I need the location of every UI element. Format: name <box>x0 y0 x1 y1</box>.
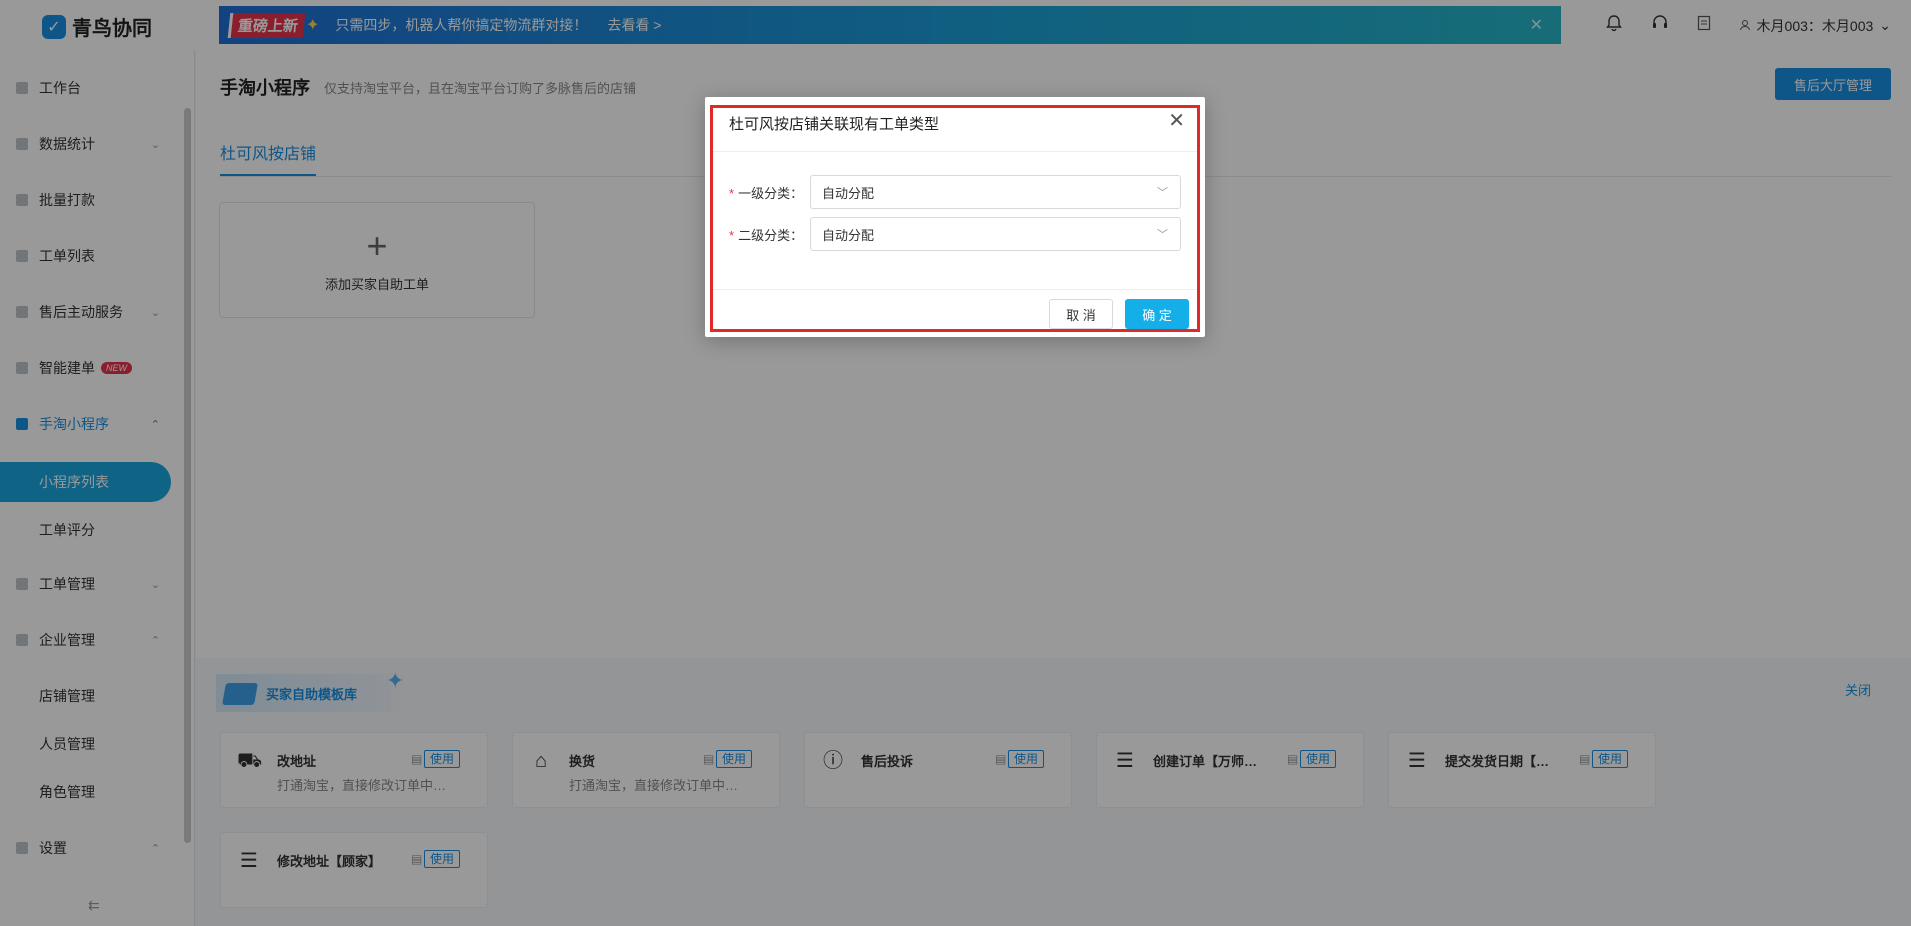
form-row-level2: * 二级分类： 自动分配 ﹀ <box>729 217 1181 251</box>
cancel-button[interactable]: 取 消 <box>1049 299 1113 329</box>
dialog-divider <box>713 151 1197 152</box>
level2-label-text: 二级分类： <box>738 227 804 243</box>
level1-category-select[interactable]: 自动分配 ﹀ <box>810 175 1181 209</box>
close-icon[interactable]: ✕ <box>1168 111 1185 131</box>
dialog-title: 杜可风按店铺关联现有工单类型 <box>729 116 940 133</box>
select-value: 自动分配 <box>822 185 875 201</box>
required-mark: * <box>729 227 735 243</box>
level1-label: * 一级分类： <box>729 183 810 202</box>
dialog-divider <box>713 289 1197 290</box>
link-ticket-type-dialog: 杜可风按店铺关联现有工单类型 ✕ * 一级分类： 自动分配 ﹀ * 二级分类： 自动… <box>705 97 1205 337</box>
level1-label-text: 一级分类： <box>738 185 804 201</box>
confirm-button[interactable]: 确 定 <box>1125 299 1189 329</box>
select-value: 自动分配 <box>822 227 875 243</box>
level2-category-select[interactable]: 自动分配 ﹀ <box>810 217 1181 251</box>
chevron-down-icon: ﹀ <box>1157 187 1168 199</box>
chevron-down-icon: ﹀ <box>1157 229 1168 241</box>
form-row-level1: * 一级分类： 自动分配 ﹀ <box>729 175 1181 209</box>
required-mark: * <box>729 185 735 201</box>
level2-label: * 二级分类： <box>729 225 810 244</box>
